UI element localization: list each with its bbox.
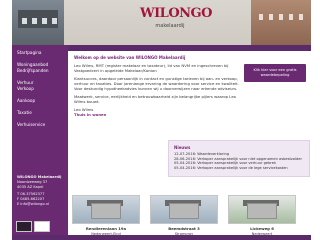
intro-paragraph-3: Maatwerk, service, eerlijkheid en betrou… — [74, 94, 237, 104]
contact-block: WILONGO Makelaardij Noordzeeweg 37 4035 … — [17, 175, 67, 207]
header: WILONGO makelaardij — [12, 0, 311, 45]
featured-listings: Rendierenlaan 19a Nederweert-Eind Beemds… — [72, 195, 308, 236]
page-title: Welkom op de website van WILONGO Makelaa… — [74, 55, 186, 60]
listing-title: Rendierenlaan 19a — [85, 226, 127, 231]
header-photo-right — [251, 0, 311, 45]
listing-photo[interactable] — [150, 195, 218, 224]
contact-email[interactable]: E info@wilongo.nl — [17, 202, 67, 207]
header-photo-left — [12, 0, 64, 45]
main-content: Welkom op de website van WILONGO Makelaa… — [74, 55, 239, 117]
badge-row — [16, 221, 50, 232]
nvm-badge[interactable] — [16, 221, 32, 232]
funda-badge[interactable] — [34, 221, 50, 232]
logo-text: WILONGO — [140, 6, 212, 21]
listing-title: Lickeweg 6 — [250, 226, 274, 231]
news-box: Nieuws 12-07-2016: Waardeverklaring 28-0… — [168, 140, 310, 177]
logo[interactable]: WILONGO makelaardij — [140, 6, 212, 36]
listing-title: Beemdstraat 3 — [168, 226, 200, 231]
listing-photo[interactable] — [72, 195, 140, 224]
intro-paragraph-1: Leo Wilms, RMT (register makelaar en tax… — [74, 63, 229, 73]
listing-card[interactable]: Lickeweg 6 Nederweert — [228, 195, 296, 236]
listing-card[interactable]: Rendierenlaan 19a Nederweert-Eind — [72, 195, 140, 236]
free-valuation-label: Klik hier voor een gratis waardebepaling — [253, 68, 297, 77]
news-item[interactable]: 05-04-2016: Verkoper aansprakelijk voor … — [174, 166, 309, 171]
news-list: 12-07-2016: Waardeverklaring 28-06-2016:… — [174, 152, 309, 170]
bottom-accent-bar — [12, 235, 311, 240]
free-valuation-button[interactable]: Klik hier voor een gratis waardebepaling — [244, 64, 306, 82]
listing-photo[interactable] — [228, 195, 296, 224]
intro-paragraph-2: Klantsucces, daardoor persoonlijk in con… — [74, 76, 239, 91]
sidebar-item-verhuiservice[interactable]: Verhuiservice — [12, 122, 68, 128]
sidebar: Startpagina Woningaanbod Bedrijfspanden … — [12, 45, 68, 235]
sidebar-nav: Startpagina Woningaanbod Bedrijfspanden … — [12, 50, 68, 128]
page: WILONGO makelaardij Startpagina Woningaa… — [0, 0, 320, 240]
signature-slogan: Thuis in wonen — [74, 112, 107, 117]
logo-subtitle: makelaardij — [155, 23, 185, 29]
news-title: Nieuws — [174, 145, 191, 150]
listing-card[interactable]: Beemdstraat 3 Stramproy — [150, 195, 218, 236]
